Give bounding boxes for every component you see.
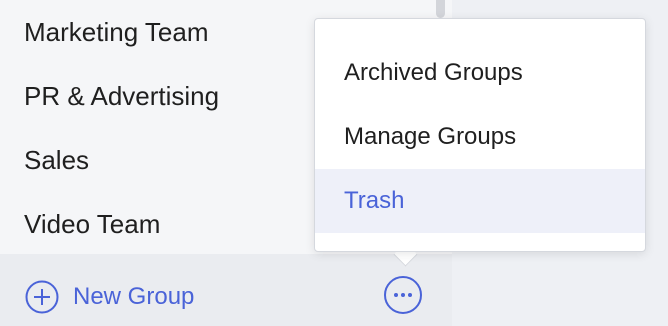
group-item-pr-advertising[interactable]: PR & Advertising: [24, 76, 219, 116]
new-group-button[interactable]: New Group: [25, 279, 194, 315]
group-options-menu: Archived Groups Manage Groups Trash: [314, 18, 646, 252]
group-item-marketing-team[interactable]: Marketing Team: [24, 12, 209, 52]
menu-item-manage-groups[interactable]: Manage Groups: [315, 105, 645, 169]
more-options-button[interactable]: [384, 276, 422, 314]
new-group-label: New Group: [73, 283, 195, 310]
menu-item-archived-groups[interactable]: Archived Groups: [315, 41, 645, 105]
more-horizontal-icon: [384, 276, 422, 314]
sidebar-footer: New Group: [0, 254, 452, 326]
scrollbar-thumb[interactable]: [436, 0, 445, 18]
group-item-sales[interactable]: Sales: [24, 140, 89, 180]
plus-circle-icon: [25, 280, 59, 314]
menu-item-trash[interactable]: Trash: [315, 169, 645, 233]
group-item-video-team[interactable]: Video Team: [24, 204, 160, 244]
